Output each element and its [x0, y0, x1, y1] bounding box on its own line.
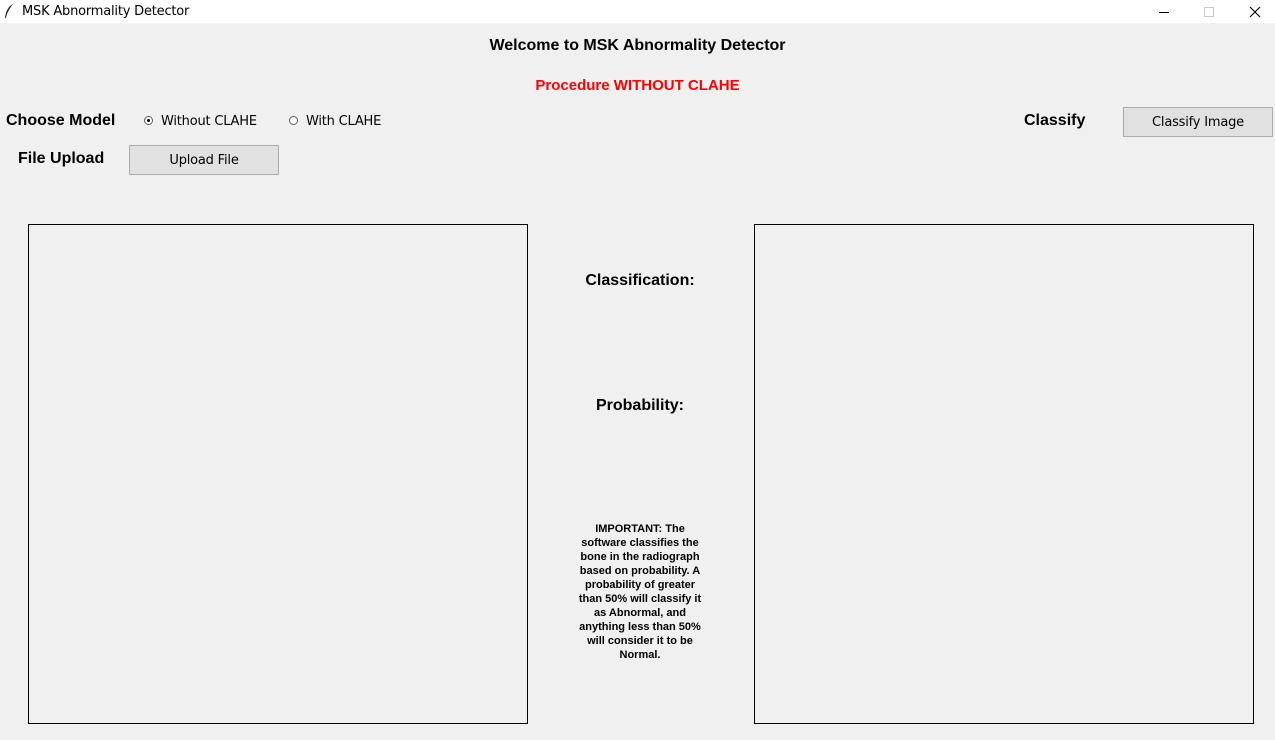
- close-button[interactable]: [1232, 0, 1275, 23]
- maximize-icon: [1204, 6, 1214, 17]
- maximize-button[interactable]: [1186, 0, 1232, 23]
- feather-icon: [5, 4, 13, 18]
- radio-label: With CLAHE: [306, 114, 382, 129]
- minimize-button[interactable]: [1141, 0, 1187, 23]
- choose-model-label: Choose Model: [6, 112, 116, 129]
- radio-label: Without CLAHE: [161, 114, 257, 129]
- title-bar: MSK Abnormality Detector: [0, 0, 1275, 23]
- welcome-heading: Welcome to MSK Abnormality Detector: [489, 37, 786, 54]
- close-icon: [1249, 6, 1261, 17]
- important-note: IMPORTANT: The software classifies the b…: [578, 523, 702, 661]
- radio-without-clahe[interactable]: Without CLAHE: [144, 114, 257, 129]
- input-image-panel: [28, 224, 528, 724]
- radio-indicator-selected[interactable]: [144, 116, 153, 125]
- classify-image-button[interactable]: Classify Image: [1123, 107, 1273, 137]
- output-image-panel: [754, 224, 1254, 724]
- radio-indicator[interactable]: [289, 116, 298, 125]
- minimize-icon: [1159, 11, 1169, 13]
- file-upload-label: File Upload: [18, 150, 105, 167]
- radio-with-clahe[interactable]: With CLAHE: [289, 114, 381, 129]
- window-title: MSK Abnormality Detector: [22, 4, 190, 19]
- upload-file-button[interactable]: Upload File: [129, 145, 279, 175]
- procedure-status: Procedure WITHOUT CLAHE: [535, 77, 740, 94]
- classify-label: Classify: [1024, 112, 1086, 129]
- classification-label: Classification:: [585, 272, 695, 289]
- probability-label: Probability:: [595, 397, 684, 414]
